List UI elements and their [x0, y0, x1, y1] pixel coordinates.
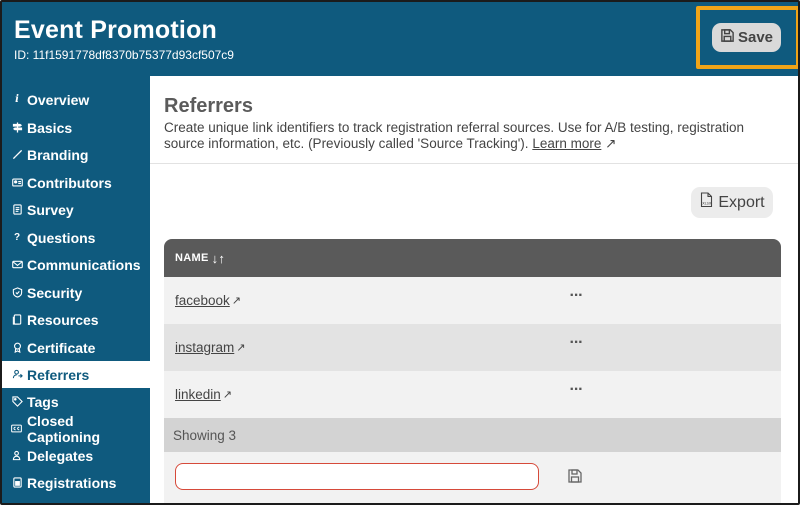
sidebar-item-questions[interactable]: ? Questions [2, 224, 150, 251]
info-icon: i [15, 94, 19, 105]
brush-icon [11, 149, 23, 161]
people-icon [11, 450, 23, 462]
column-header-name[interactable]: NAME [175, 252, 209, 264]
sidebar-item-label: Resources [27, 311, 99, 328]
sidebar-item-communications[interactable]: Communications [2, 251, 150, 278]
divider [150, 163, 798, 164]
registrations-icon [11, 477, 23, 489]
referrer-link[interactable]: linkedin [175, 387, 221, 402]
description-text: Create unique link identifiers to track … [164, 120, 745, 151]
floppy-disk-icon[interactable] [567, 468, 583, 484]
id-card-icon [11, 177, 23, 189]
cc-icon [11, 423, 23, 435]
page-heading: Event Promotion [14, 16, 218, 44]
sidebar-item-closed-captioning[interactable]: Closed Captioning [2, 412, 150, 445]
sidebar-item-overview[interactable]: i Overview [2, 86, 150, 113]
event-id: ID: 11f1591778df8370b75377d93cf507c9 [14, 48, 234, 62]
app-window: Event Promotion ID: 11f1591778df8370b753… [0, 0, 800, 505]
sidebar-item-label: Communications [27, 256, 141, 273]
table-header: NAME ↓↑ [164, 239, 781, 277]
section-title: Referrers [164, 95, 253, 117]
sidebar-item-label: Referrers [27, 366, 90, 383]
save-button[interactable]: Save [712, 23, 781, 52]
sort-icon[interactable]: ↓↑ [212, 251, 226, 266]
sidebar-item-label: Survey [27, 201, 74, 218]
sidebar-item-label: Certificate [27, 339, 96, 356]
external-link-icon: ↗ [222, 389, 232, 401]
sidebar-item-label: Security [27, 284, 83, 301]
more-actions-icon[interactable]: ··· [568, 335, 584, 356]
referrer-link[interactable]: instagram [175, 340, 234, 355]
mail-icon [11, 259, 23, 271]
shield-icon [11, 287, 23, 299]
sidebar-item-label: Questions [27, 229, 96, 246]
signpost-icon [11, 122, 23, 134]
sidebar-item-label: Contributors [27, 174, 112, 191]
sidebar-item-basics[interactable]: Basics [2, 114, 150, 141]
export-label: Export [718, 193, 765, 211]
save-label: Save [737, 29, 774, 46]
header-bar: Event Promotion ID: 11f1591778df8370b753… [2, 2, 798, 76]
referrers-table: NAME ↓↑ facebook ↗ ··· instagram ↗ ··· lin… [164, 239, 781, 503]
sidebar-item-registrations[interactable]: Registrations [2, 469, 150, 496]
question-icon: ? [13, 232, 21, 243]
section-description: Create unique link identifiers to track … [164, 120, 784, 152]
new-referrer-row [164, 452, 781, 503]
referrer-icon [11, 369, 23, 381]
file-icon [11, 314, 23, 326]
sidebar-item-certificate[interactable]: Certificate [2, 334, 150, 361]
sidebar-item-label: Tags [27, 393, 59, 410]
referrer-link[interactable]: facebook [175, 293, 230, 308]
external-link-icon: ↗ [231, 295, 242, 307]
xlsx-file-icon: XLSX [699, 192, 714, 213]
learn-more-link[interactable]: Learn more [532, 136, 601, 151]
more-actions-icon[interactable]: ··· [568, 288, 584, 309]
new-referrer-input[interactable] [175, 463, 539, 490]
sidebar-item-label: Branding [27, 146, 89, 163]
svg-text:XLSX: XLSX [703, 202, 713, 206]
table-row: instagram ↗ ··· [164, 324, 781, 371]
sidebar-item-label: Delegates [27, 447, 94, 464]
sidebar: i Overview Basics Branding Contributors … [2, 76, 150, 503]
more-actions-icon[interactable]: ··· [568, 382, 584, 403]
award-icon [11, 342, 23, 354]
export-button[interactable]: XLSX Export [691, 187, 773, 218]
sidebar-item-referrers[interactable]: Referrers [2, 361, 150, 388]
sidebar-item-label: Basics [27, 119, 73, 136]
table-row: facebook ↗ ··· [164, 277, 781, 324]
sidebar-item-label: Registrations [27, 474, 117, 491]
external-link-icon: ↗ [236, 342, 246, 354]
sidebar-item-contributors[interactable]: Contributors [2, 169, 150, 196]
tag-icon [11, 396, 23, 408]
main-panel: Referrers Create unique link identifiers… [150, 76, 798, 503]
table-row: linkedin ↗ ··· [164, 371, 781, 418]
sidebar-item-branding[interactable]: Branding [2, 141, 150, 168]
floppy-disk-icon [720, 28, 735, 47]
row-count: Showing 3 [164, 418, 781, 452]
external-link-icon: ↗ [601, 136, 617, 151]
list-icon [11, 204, 23, 216]
sidebar-item-delegates[interactable]: Delegates [2, 442, 150, 469]
sidebar-item-resources[interactable]: Resources [2, 306, 150, 333]
sidebar-item-security[interactable]: Security [2, 279, 150, 306]
sidebar-item-label: Overview [27, 91, 90, 108]
sidebar-item-tags[interactable]: Tags [2, 388, 150, 415]
sidebar-item-label: Closed Captioning [26, 412, 101, 445]
sidebar-item-survey[interactable]: Survey [2, 196, 150, 223]
